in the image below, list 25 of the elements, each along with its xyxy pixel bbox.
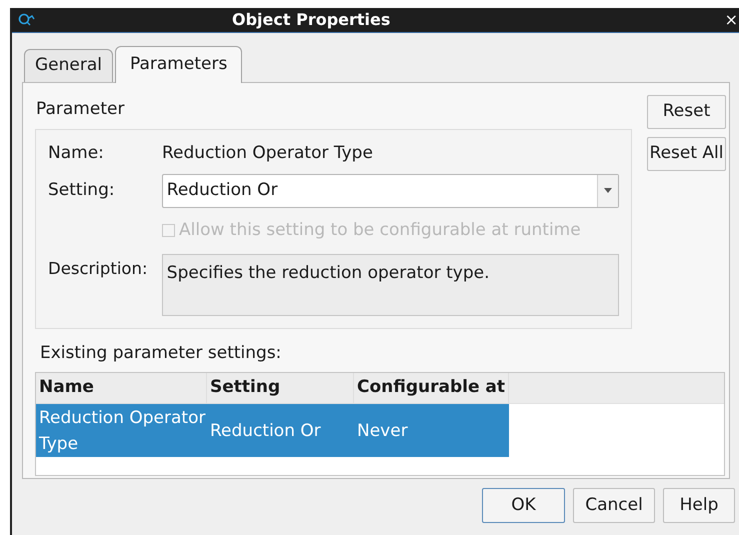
name-value: Reduction Operator Type	[162, 142, 373, 165]
table-cell-text: Reduction Operator Type	[38, 406, 206, 456]
field-label: Description:	[48, 258, 149, 280]
reset-button[interactable]: Reset	[647, 95, 726, 129]
table-heading: Existing parameter settings:	[40, 342, 282, 364]
tab[interactable]: Parameters	[115, 46, 242, 83]
table-cell-text: Never	[356, 420, 409, 442]
dialog-button[interactable]: Cancel	[573, 488, 655, 523]
dialog-button[interactable]: Help	[663, 488, 735, 523]
app-icon	[18, 13, 36, 27]
dialog-button[interactable]: OK	[482, 488, 565, 523]
column-header[interactable]: Name	[36, 373, 207, 403]
field-label: Setting:	[48, 178, 116, 202]
section-heading: Parameter	[36, 98, 126, 121]
reset-button[interactable]: Reset All	[647, 137, 726, 171]
dropdown-arrow-icon	[604, 188, 612, 193]
description-box: Specifies the reduction operator type.	[162, 254, 619, 316]
setting-dropdown[interactable]: Reduction Or	[162, 174, 619, 208]
column-header[interactable]: Configurable at	[354, 373, 509, 403]
column-header[interactable]: Setting	[207, 373, 354, 403]
close-button[interactable]: ×	[724, 8, 738, 32]
window-title: Object Properties	[232, 9, 390, 31]
tab[interactable]: General	[24, 49, 113, 82]
field-label: Name:	[48, 142, 105, 165]
table-cell-text: Reduction Or	[209, 420, 322, 442]
